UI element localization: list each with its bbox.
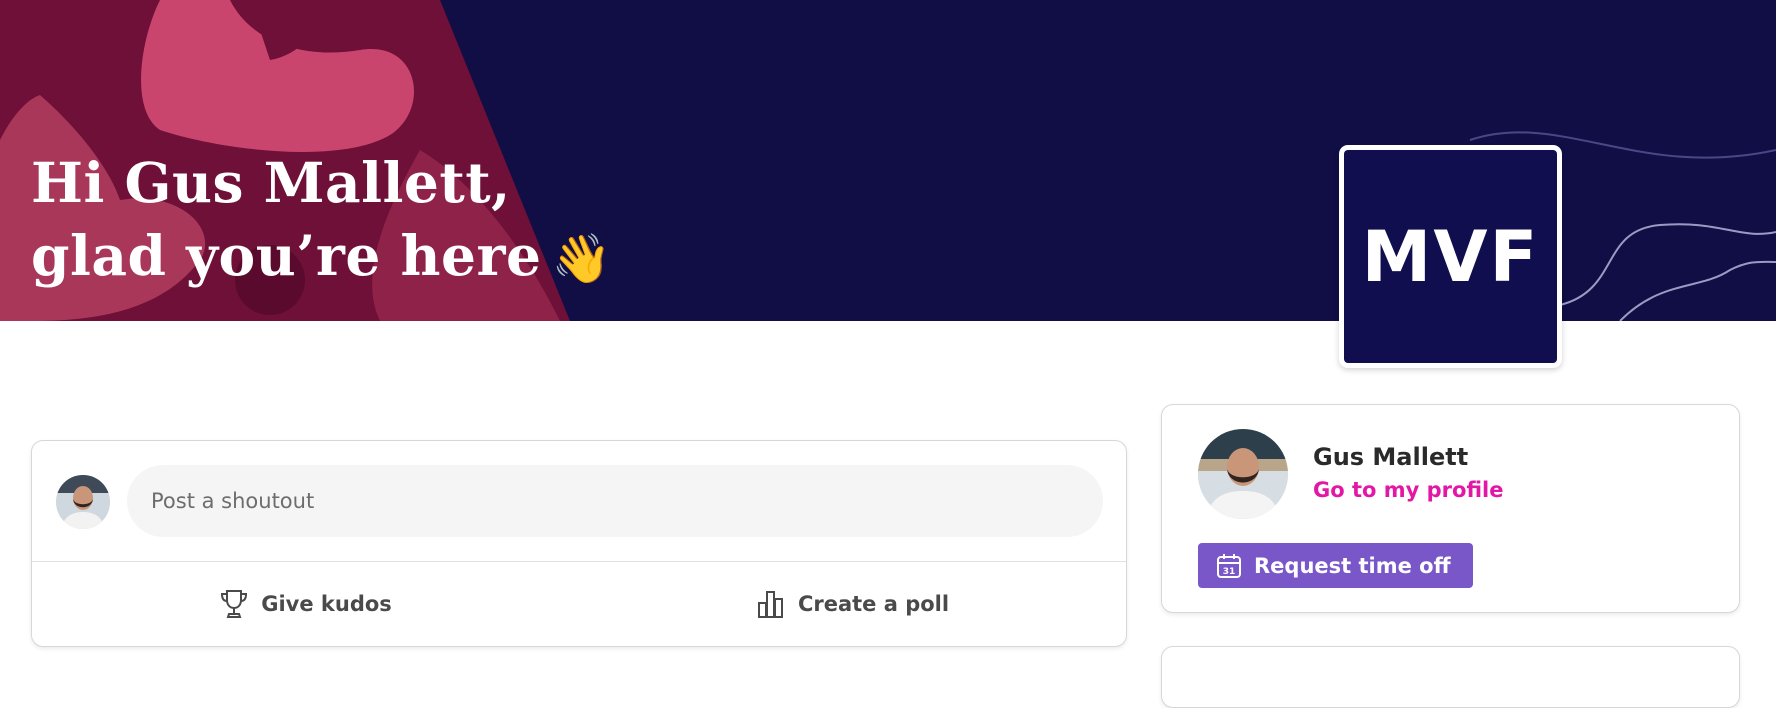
secondary-card [1161,646,1740,708]
create-poll-label: Create a poll [797,592,950,616]
request-time-off-label: Request time off [1254,553,1451,578]
create-poll-button[interactable]: Create a poll [579,562,1126,646]
company-logo: MVF [1339,145,1562,368]
profile-avatar [1198,429,1288,519]
greeting-line-1: Hi Gus Mallett, [31,150,511,215]
request-time-off-button[interactable]: 31 Request time off [1198,543,1473,588]
composer-row [32,441,1126,561]
greeting-line-2: glad you’re here [31,223,542,288]
bar-chart-icon [756,588,786,620]
svg-text:31: 31 [1223,567,1236,577]
waving-hand-icon: 👋 [551,231,612,287]
trophy-icon [219,588,249,620]
profile-card: Gus Mallett Go to my profile 31 Request … [1161,404,1740,613]
greeting-heading: Hi Gus Mallett, glad you’re here 👋 [31,146,612,296]
profile-name: Gus Mallett [1313,443,1469,471]
give-kudos-label: Give kudos [261,592,392,616]
avatar [56,475,110,529]
shoutout-composer: Give kudos Create a poll [31,440,1127,647]
company-logo-text: MVF [1344,150,1557,363]
shoutout-input[interactable] [127,465,1103,537]
go-to-profile-link[interactable]: Go to my profile [1313,478,1503,502]
calendar-icon: 31 [1216,553,1242,579]
give-kudos-button[interactable]: Give kudos [32,562,579,646]
